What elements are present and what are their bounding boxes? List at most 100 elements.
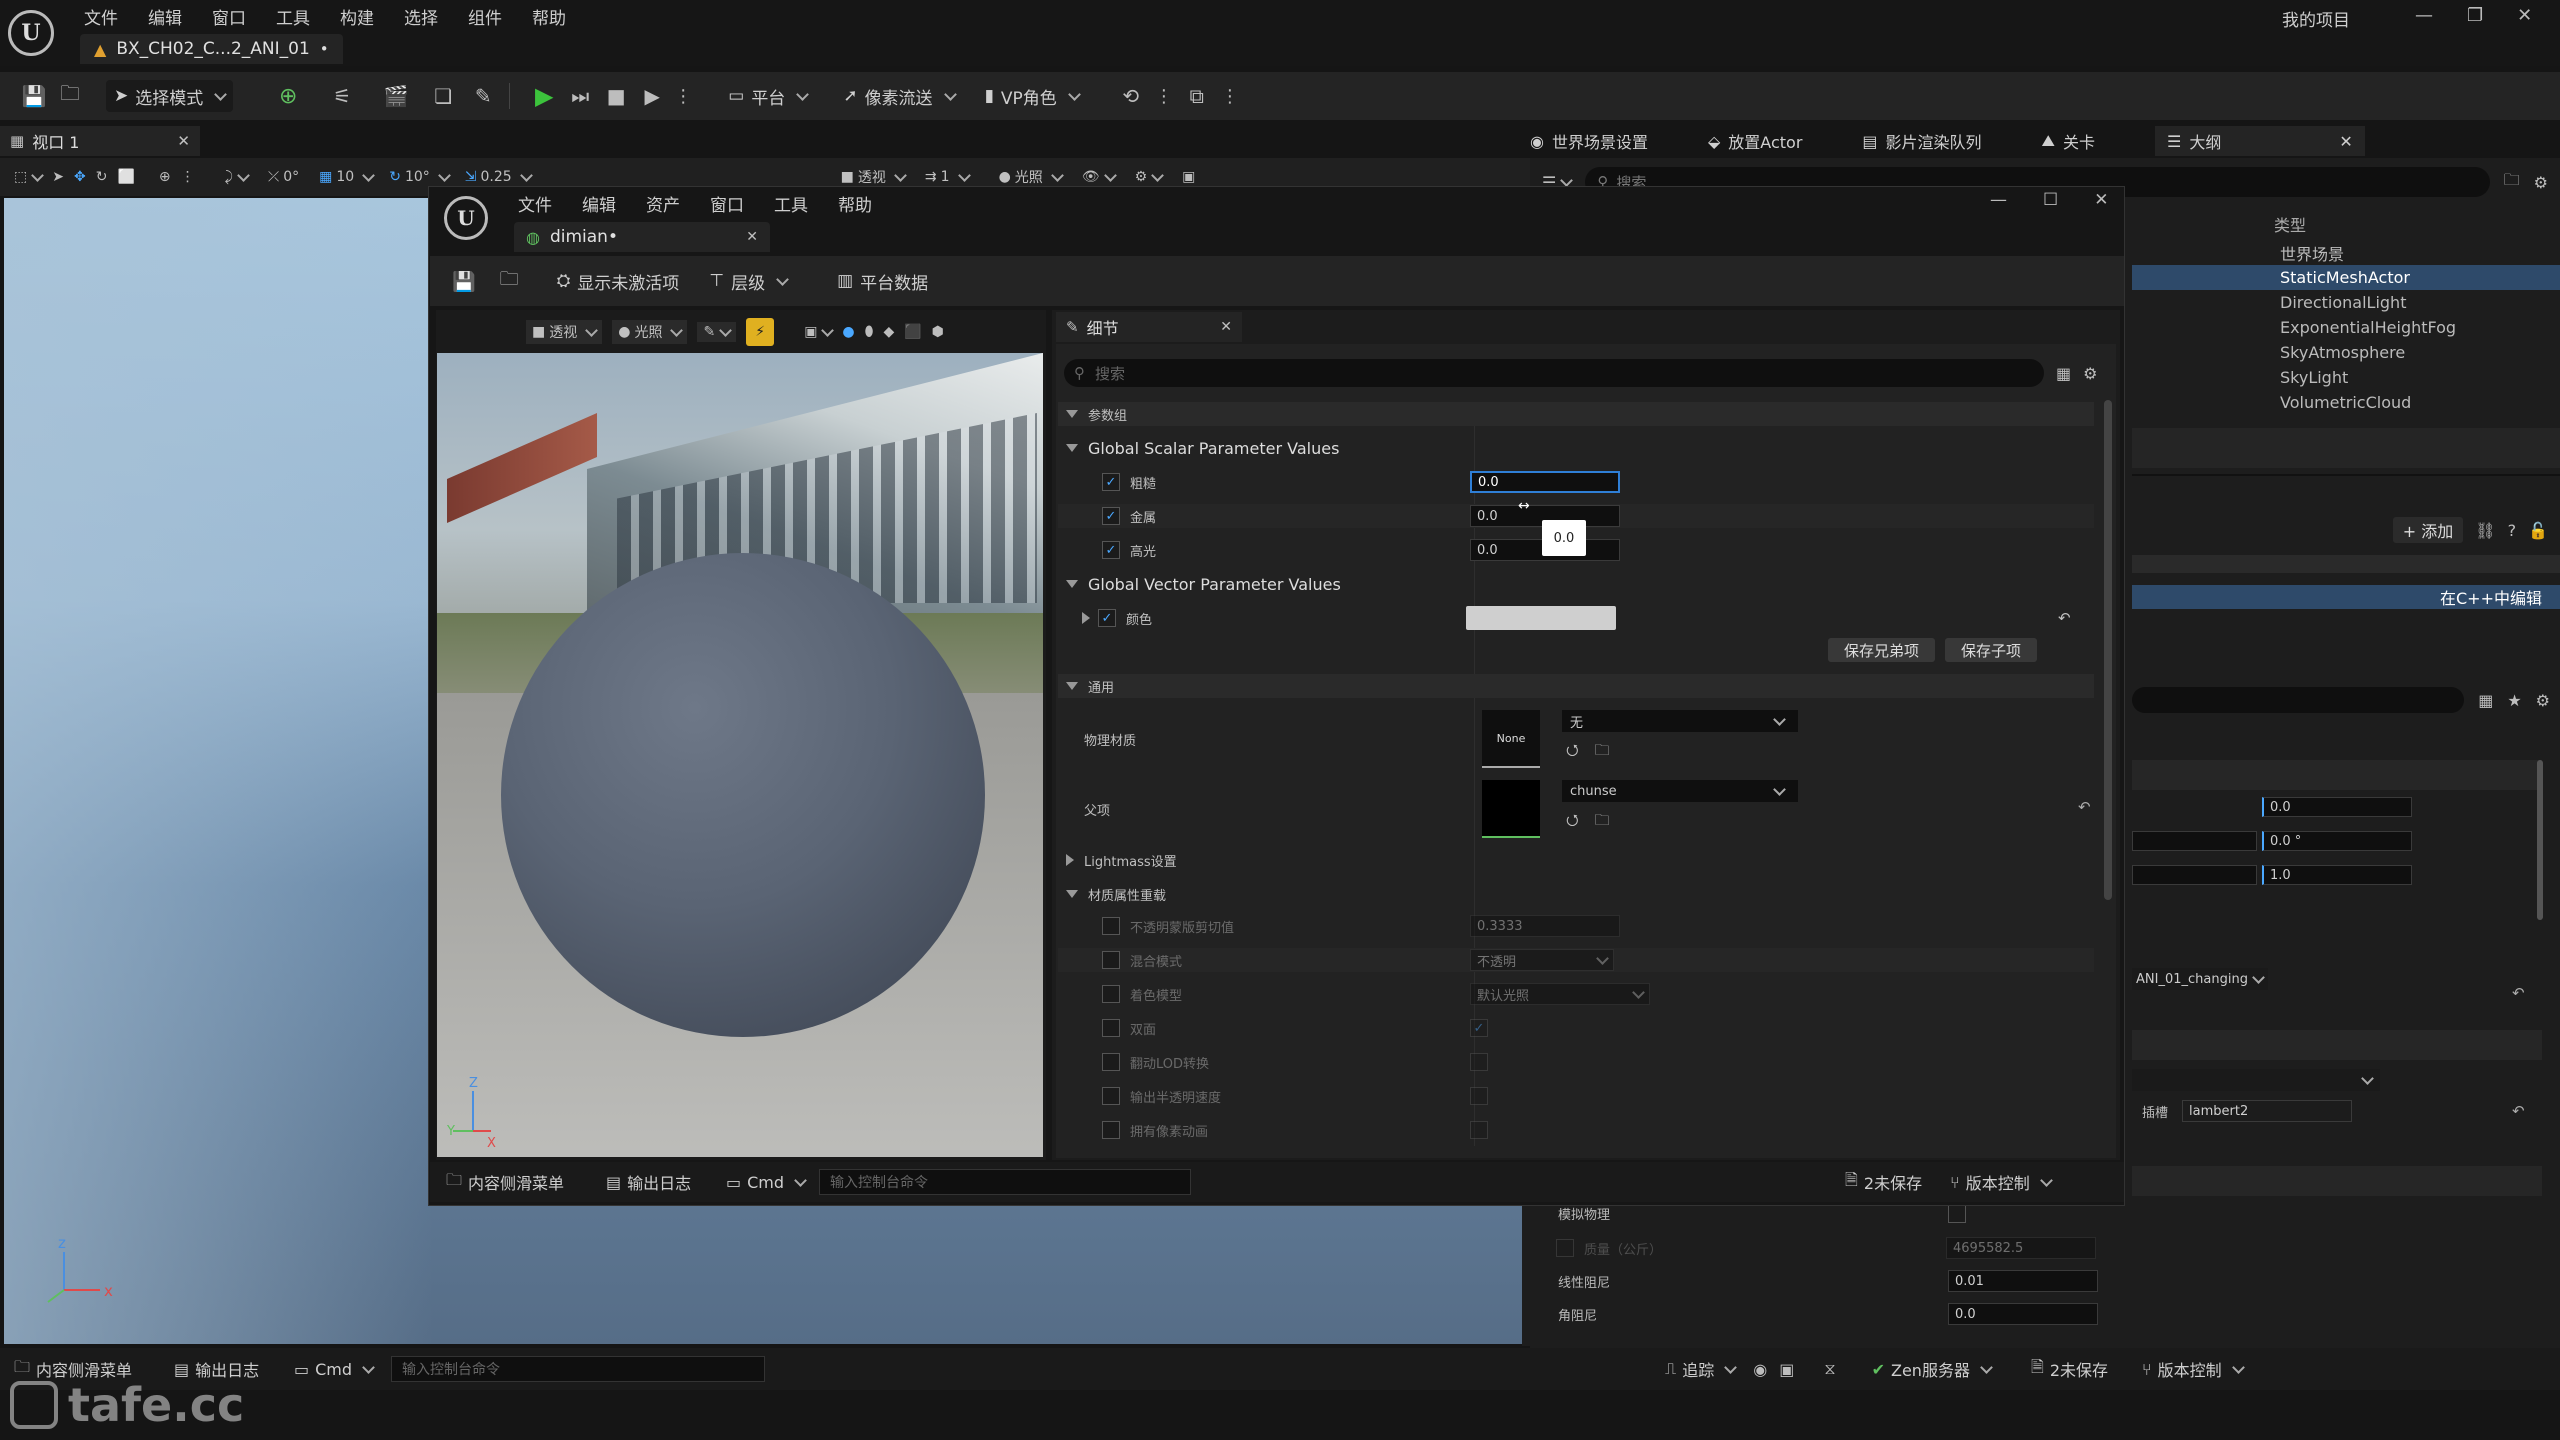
param-group-header[interactable]: 参数组 [1058,402,2094,426]
tab-place-actor[interactable]: ⬙ 放置Actor [1708,129,1802,153]
outliner-row-directionallight[interactable]: DirectionalLight [2132,290,2560,315]
linear-damping-field[interactable]: 0.01 [1948,1270,2098,1292]
simulate-physics-checkbox[interactable] [1948,1204,1966,1223]
tab-render-queue[interactable]: ▤ 影片渲染队列 [1862,129,1981,153]
details-settings-icon[interactable]: ⚙ [2536,691,2550,710]
show-inactive-button[interactable]: ⛭ 显示未激活项 [549,264,688,298]
pixel-stream-button[interactable]: ➚ 像素流送 [835,79,962,113]
sphere-icon[interactable]: ● [842,324,854,340]
menu-actor[interactable]: 组件 [468,4,502,29]
add-actor-icon[interactable]: ⊕ [261,84,315,109]
phys-material-select[interactable]: 无 [1562,710,1798,732]
editor-minimize-icon[interactable]: — [1990,190,2007,210]
outliner-row-heightfog[interactable]: ExponentialHeightFog [2132,315,2560,340]
grid-snap[interactable]: ▦ 10 [319,169,373,185]
parent-select[interactable]: chunse [1562,780,1798,802]
overrides-header[interactable]: 材质属性重载 [1058,882,2094,906]
use-selected-icon[interactable]: ⭯ [1566,740,1579,765]
angle-snap[interactable]: ↻ 10° [389,169,449,185]
menu-help[interactable]: 帮助 [532,4,566,29]
details-grid-icon[interactable]: ▦ [2056,364,2071,383]
menu-tools[interactable]: 工具 [276,4,310,29]
lightmass-header[interactable]: Lightmass设置 [1058,848,2094,872]
specular-checkbox[interactable]: ✓ [1102,541,1120,559]
menu-select[interactable]: 选择 [404,4,438,29]
plane-icon[interactable]: ◆ [883,324,894,340]
rotation-x-field[interactable] [2132,831,2257,851]
phys-material-thumbnail[interactable]: None [1482,710,1540,768]
editor-browse-icon[interactable]: 🗀 [500,265,519,297]
angular-damping-field[interactable]: 0.0 [1948,1303,2098,1325]
close-tab-icon[interactable]: ✕ [177,132,190,150]
blueprint-icon[interactable]: ⚟ [315,84,369,108]
screen-icon[interactable]: ⧉ [1177,84,1217,108]
expand-color-icon[interactable] [1082,612,1090,624]
content-browser-icon[interactable]: 🗀 [50,79,90,113]
main-details-search[interactable] [2132,687,2465,713]
vector-header[interactable]: Global Vector Parameter Values [1058,572,2094,596]
layout-icon[interactable]: ▣ [1182,169,1195,185]
details-tab[interactable]: ✎ 细节 ✕ [1056,312,1242,342]
editor-asset-tab[interactable]: ◍ dimian• ✕ [514,222,770,252]
save-child-button[interactable]: 保存子项 [1945,638,2038,662]
rotation-snap[interactable]: ⤫ 0° [268,169,299,185]
editor-source-control-button[interactable]: ⑂ 版本控制 [1950,1170,2051,1194]
sequence-icon[interactable]: 🎬 [369,84,423,108]
launch-icon[interactable]: ▶ [634,84,670,108]
transform-select-icon[interactable]: ⬚ [14,169,42,185]
general-header[interactable]: 通用 [1058,674,2094,698]
more-icon[interactable]: ⋮ [181,169,195,185]
parent-use-selected-icon[interactable]: ⭯ [1566,810,1579,835]
settings-icon[interactable]: ⚙ [1135,169,1163,185]
lock-icon[interactable]: 🔓 [2528,521,2548,540]
slot-field[interactable]: lambert2 [2182,1100,2353,1122]
snapshot-icon[interactable]: ▣ [1779,1360,1794,1379]
details-gear-icon[interactable]: ⚙ [2083,364,2097,383]
editor-cmd-button[interactable]: ▭ Cmd [726,1173,805,1192]
menu-build[interactable]: 构建 [340,4,374,29]
editor-tab-close-icon[interactable]: ✕ [746,229,758,245]
cube-icon[interactable]: ⬛ [904,324,921,340]
play-icon[interactable]: ▶ [526,82,562,110]
scalar-header[interactable]: Global Scalar Parameter Values [1058,436,2094,460]
details-scrollbar-track[interactable] [2104,400,2112,900]
editor-console-input[interactable]: 输入控制台命令 [819,1169,1192,1195]
roughness-checkbox[interactable]: ✓ [1102,473,1120,491]
scale-x-field[interactable] [2132,865,2257,885]
editor-output-log-button[interactable]: ▤ 输出日志 [606,1170,726,1194]
more-options-icon-3[interactable]: ⋮ [1217,86,1243,107]
editor-save-icon[interactable]: 💾 [452,270,476,293]
material-select[interactable] [2132,1069,2380,1091]
roughness-field[interactable]: 0.0 [1470,471,1620,493]
reset-color-icon[interactable]: ↶ [2058,609,2071,627]
history-icon[interactable]: ⟲ [1111,84,1151,108]
save-sibling-button[interactable]: 保存兄弟项 [1828,638,1936,662]
reset-parent-icon[interactable]: ↶ [2078,798,2091,816]
reset-icon[interactable]: ↶ [2512,984,2525,1002]
editor-menu-asset[interactable]: 资产 [646,191,680,216]
preview-viewport[interactable]: Z X Y [437,353,1043,1157]
more-options-icon-2[interactable]: ⋮ [1151,86,1177,107]
move-icon[interactable]: ✥ [74,169,86,185]
close-icon[interactable]: ✕ [2517,5,2532,26]
ue-logo[interactable]: U [8,10,54,56]
editor-menu-window[interactable]: 窗口 [710,191,744,216]
layers-icon[interactable]: ❏ [423,84,463,108]
editor-maximize-icon[interactable]: ☐ [2043,190,2058,210]
editor-unsaved-button[interactable]: 🗎 2未保存 [1845,1169,1922,1196]
outliner-row-skylight[interactable]: SkyLight [2132,365,2560,390]
source-control-button[interactable]: ⑂ 版本控制 [2142,1357,2243,1381]
step-icon[interactable]: ⏭ [562,84,598,108]
viewport-perspective-button[interactable]: ■ 透视 [841,167,905,187]
platform-data-button[interactable]: ▥ 平台数据 [829,264,936,298]
scale-icon[interactable]: ⬜ [117,169,134,185]
rotate-icon[interactable]: ↻ [96,169,108,185]
maximize-icon[interactable]: ❐ [2467,5,2483,26]
outliner-row-volumetriccloud[interactable]: VolumetricCloud [2132,390,2560,415]
grid-view-icon[interactable]: ▦ [2478,691,2493,710]
outliner-row-world[interactable]: 世界场景 [2132,240,2560,265]
metallic-checkbox[interactable]: ✓ [1102,507,1120,525]
reset-icon-2[interactable]: ↶ [2512,1102,2525,1120]
blend-mode-checkbox[interactable] [1102,951,1120,969]
mass-checkbox[interactable] [1556,1239,1574,1257]
